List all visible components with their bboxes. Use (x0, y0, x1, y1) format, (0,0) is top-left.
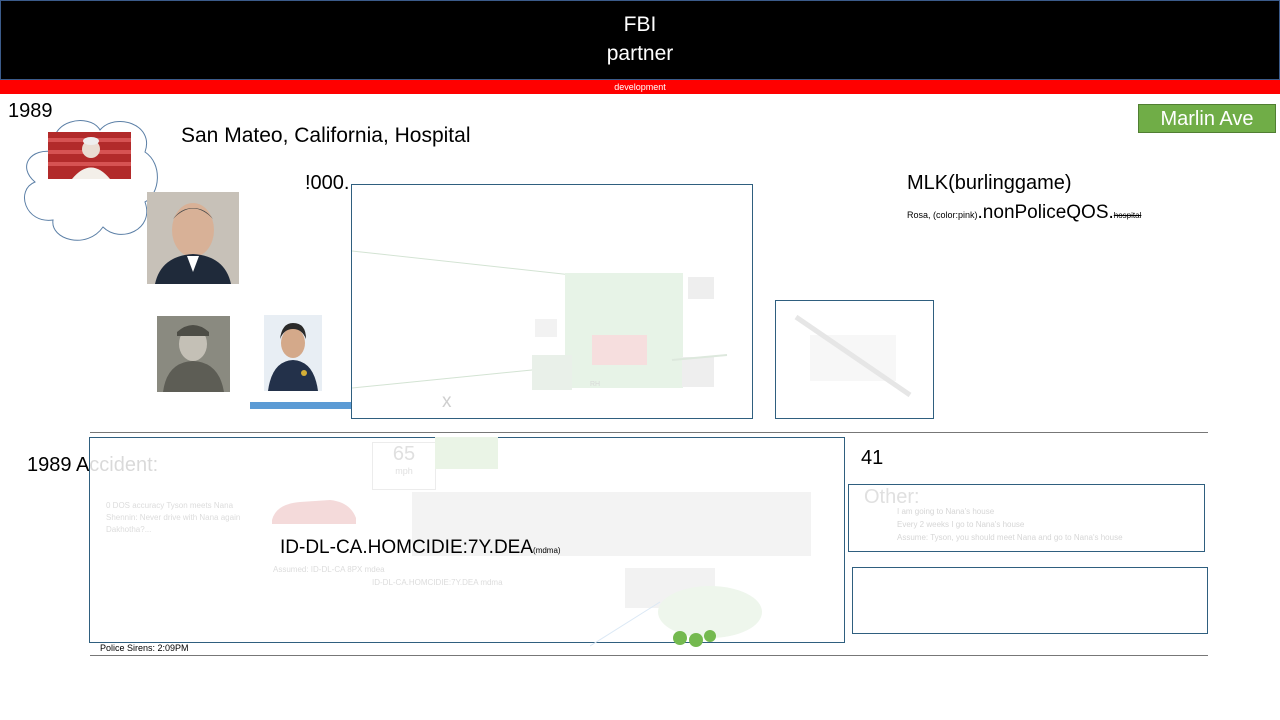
photo-lbj (147, 192, 239, 284)
other-lines: I am going to Nana's house Every 2 weeks… (897, 505, 1123, 544)
rosa-strike: hospital (1113, 211, 1142, 220)
faint-note: 0 DOS accuracy Tyson meets Nana (106, 501, 234, 510)
id-line: ID-DL-CA.HOMCIDIE:7Y.DEA(mdma) (280, 537, 561, 559)
rosa-prefix: Rosa, (color:pink) (907, 210, 978, 220)
faint-notes: 0 DOS accuracy Tyson meets Nana Shennin:… (106, 500, 240, 536)
count-label: !000. (305, 172, 350, 194)
photo-officer-bw (157, 316, 230, 392)
number-41: 41 (861, 447, 884, 469)
id-main: ID-DL-CA.HOMCIDIE:7Y.DEA (280, 537, 534, 558)
banner-title-line2: partner (606, 42, 674, 65)
other-line: Assume: Tyson, you should meet Nana and … (897, 533, 1123, 542)
faint-red-car (272, 500, 356, 524)
faint-diagonal-image (794, 314, 912, 398)
title-banner: FBI partner (0, 0, 1280, 80)
id-sub: (mdma) (533, 546, 561, 555)
faint-green-cloud (590, 586, 762, 647)
other-line: I am going to Nana's house (897, 507, 995, 516)
map-x-label: x (442, 391, 452, 412)
map-caption: RH (590, 381, 601, 388)
other-line: Every 2 weeks I go to Nana's house (897, 520, 1025, 529)
speed-value: 65 (392, 443, 416, 465)
photo-queen (48, 132, 131, 179)
mlk-title: MLK(burlinggame) (907, 172, 1072, 194)
assumed-text: Assumed: ID-DL-CA 8PX mdea (273, 565, 385, 574)
divider-lower (90, 655, 1208, 656)
empty-frame[interactable] (852, 567, 1208, 634)
faint-map (352, 250, 728, 390)
location-label: San Mateo, California, Hospital (181, 124, 471, 147)
rosa-line: Rosa, (color:pink).nonPoliceQOS.hospital (907, 202, 1141, 224)
divider-upper (90, 432, 1208, 433)
rosa-main: .nonPoliceQOS. (977, 202, 1114, 223)
development-bar: development (0, 80, 1280, 94)
blue-bar (250, 402, 353, 409)
police-sirens-label: Police Sirens: 2:09PM (100, 643, 189, 653)
other-frame[interactable]: Other: I am going to Nana's house Every … (848, 484, 1205, 552)
speed-sign: 65 mph (372, 442, 436, 490)
faint-note: Shennin: Never drive with Nana again (106, 513, 241, 522)
map-frame[interactable]: RH (351, 184, 753, 419)
faint-note: Dakhotha?... (106, 525, 152, 534)
image-frame-small[interactable] (775, 300, 934, 419)
faint-id-line: ID-DL-CA.HOMCIDIE:7Y.DEA mdma (372, 578, 503, 587)
banner-title-line1: FBI (623, 13, 657, 36)
photo-chief (264, 315, 322, 391)
marlin-ave-button[interactable]: Marlin Ave (1138, 104, 1276, 133)
speed-unit: mph (395, 466, 413, 476)
faint-green-sign (435, 437, 498, 469)
